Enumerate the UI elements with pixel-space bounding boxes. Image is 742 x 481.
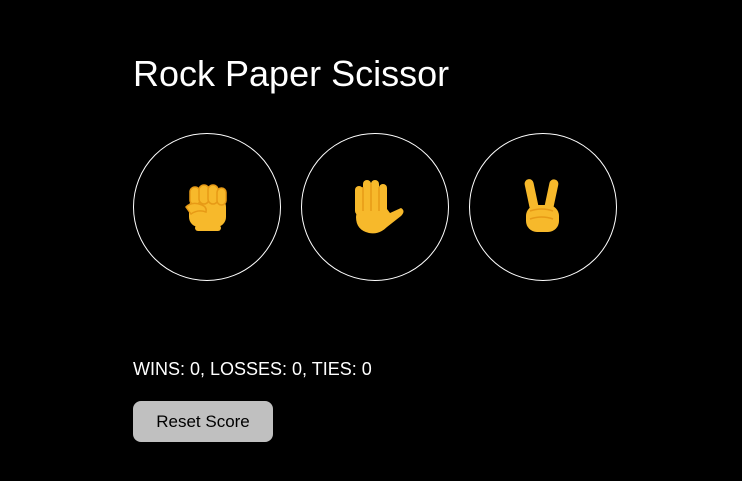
reset-score-button[interactable]: Reset Score — [133, 401, 273, 442]
rock-button[interactable] — [133, 133, 281, 281]
page-title: Rock Paper Scissor — [133, 53, 450, 94]
score-text: WINS: 0, LOSSES: 0, TIES: 0 — [133, 359, 372, 379]
paper-button[interactable] — [301, 133, 449, 281]
raised-hand-icon — [355, 180, 404, 234]
scissors-button[interactable] — [469, 133, 617, 281]
raised-fist-icon — [185, 184, 227, 231]
victory-hand-icon — [524, 179, 559, 232]
